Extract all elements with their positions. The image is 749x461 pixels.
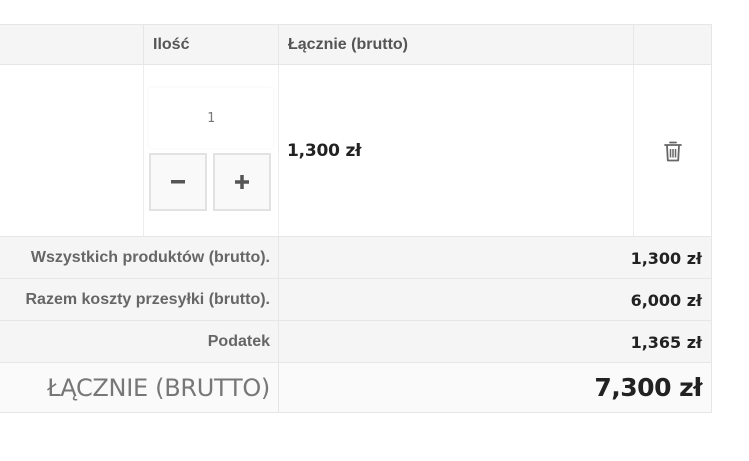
decrease-quantity-button[interactable] xyxy=(149,153,207,211)
line-total-cell: 1,300 zł xyxy=(279,65,634,236)
quantity-cell xyxy=(144,65,279,236)
grand-total-value: 7,300 zł xyxy=(594,373,702,402)
header-total: Łącznie (brutto) xyxy=(279,25,634,64)
table-header-row: Ilość Łącznie (brutto) xyxy=(0,25,712,65)
header-quantity-label: Ilość xyxy=(153,36,190,53)
summary-shipping-value: 6,000 zł xyxy=(630,291,702,310)
trash-icon xyxy=(664,141,682,161)
summary-row-shipping: Razem koszty przesyłki (brutto). 6,000 z… xyxy=(0,279,712,321)
summary-row-tax: Podatek 1,365 zł xyxy=(0,321,712,363)
summary-row-products: Wszystkich produktów (brutto). 1,300 zł xyxy=(0,237,712,279)
header-actions xyxy=(634,25,712,64)
grand-total-label: ŁĄCZNIE (BRUTTO) xyxy=(47,374,270,402)
actions-cell xyxy=(634,65,712,236)
line-total-value: 1,300 zł xyxy=(287,141,362,161)
header-quantity: Ilość xyxy=(144,25,279,64)
product-cell xyxy=(0,65,144,236)
minus-icon xyxy=(171,180,185,184)
summary-products-label: Wszystkich produktów (brutto). xyxy=(30,249,270,266)
header-total-label: Łącznie (brutto) xyxy=(288,36,408,53)
quantity-input[interactable] xyxy=(149,88,273,148)
summary-tax-label: Podatek xyxy=(207,333,270,350)
summary-products-value: 1,300 zł xyxy=(630,249,702,268)
grand-total-row: ŁĄCZNIE (BRUTTO) 7,300 zł xyxy=(0,363,712,413)
cart-table: Ilość Łącznie (brutto) 1, xyxy=(0,24,712,413)
plus-icon xyxy=(235,175,249,189)
summary-shipping-label: Razem koszty przesyłki (brutto). xyxy=(25,291,271,308)
remove-item-button[interactable] xyxy=(663,140,683,162)
increase-quantity-button[interactable] xyxy=(213,153,271,211)
header-product xyxy=(0,25,144,64)
summary-tax-value: 1,365 zł xyxy=(630,333,702,352)
table-row: 1,300 zł xyxy=(0,65,712,237)
